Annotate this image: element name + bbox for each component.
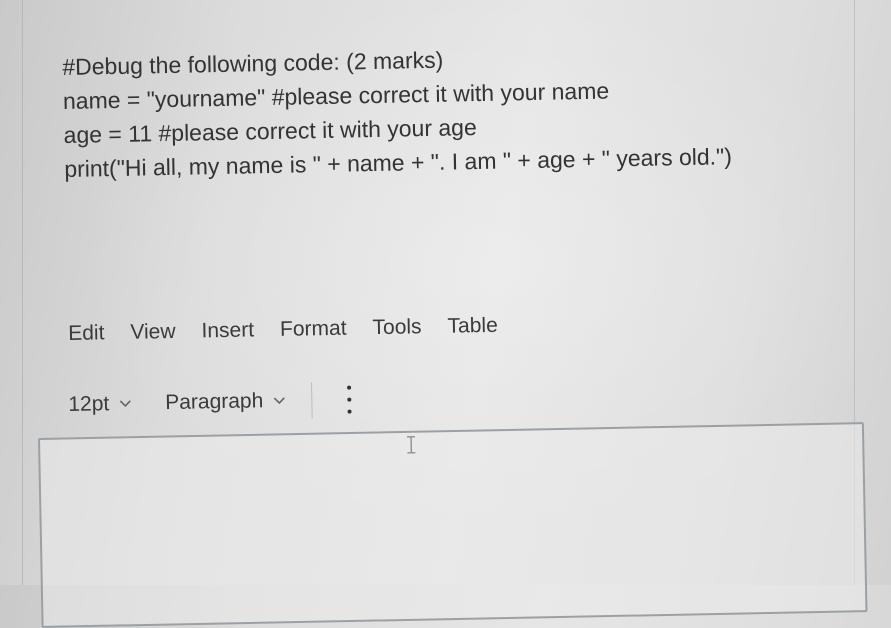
block-format-value: Paragraph	[165, 389, 264, 415]
editor-toolbar: 12pt Paragraph	[68, 379, 357, 425]
menu-table[interactable]: Table	[447, 314, 498, 339]
vertical-ellipsis-icon	[347, 386, 351, 390]
menu-format[interactable]: Format	[280, 317, 347, 342]
vertical-ellipsis-icon	[347, 398, 351, 402]
toolbar-divider	[311, 382, 313, 418]
chevron-down-icon	[273, 397, 285, 405]
more-options-button[interactable]	[342, 383, 357, 415]
chevron-down-icon	[119, 400, 131, 408]
menu-view[interactable]: View	[130, 320, 176, 345]
font-size-select[interactable]: 12pt	[68, 392, 131, 417]
vertical-ellipsis-icon	[347, 410, 351, 414]
page-left-edge	[22, 0, 23, 585]
block-format-select[interactable]: Paragraph	[165, 389, 286, 415]
rich-text-editor[interactable]	[38, 422, 867, 628]
text-cursor-icon	[404, 435, 418, 455]
editor-menubar: Edit View Insert Format Tools Table	[68, 314, 498, 346]
question-text: #Debug the following code: (2 marks) nam…	[62, 35, 844, 186]
menu-tools[interactable]: Tools	[372, 315, 421, 340]
menu-insert[interactable]: Insert	[201, 318, 254, 343]
menu-edit[interactable]: Edit	[68, 321, 105, 346]
font-size-value: 12pt	[68, 392, 109, 417]
